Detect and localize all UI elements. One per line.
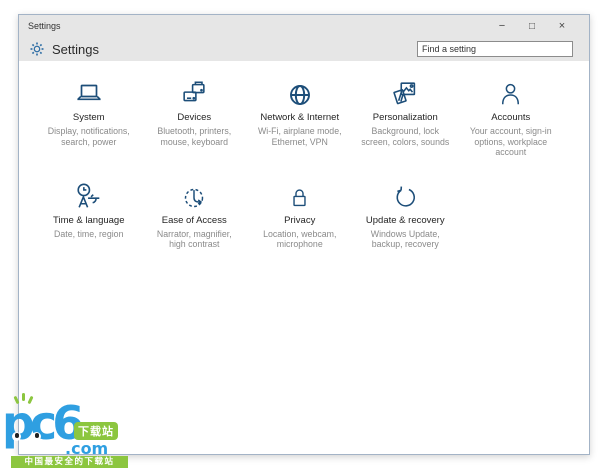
eye-icon xyxy=(32,432,41,441)
category-devices[interactable]: Devices Bluetooth, printers, mouse, keyb… xyxy=(142,77,248,158)
category-label: Network & Internet xyxy=(260,112,340,123)
page-title: Settings xyxy=(52,41,99,57)
category-description: Date, time, region xyxy=(54,228,124,239)
globe-icon xyxy=(286,77,314,109)
laptop-icon xyxy=(73,77,105,109)
category-description: Bluetooth, printers, mouse, keyboard xyxy=(157,126,232,147)
gear-icon xyxy=(30,42,44,56)
category-label: Personalization xyxy=(372,112,438,123)
refresh-arrow-icon xyxy=(391,180,419,212)
category-label: Accounts xyxy=(491,112,531,123)
category-description: Narrator, magnifier, high contrast xyxy=(156,228,232,250)
picture-frames-icon xyxy=(390,77,420,109)
pc6-watermark: pc6 下载站 .com 中国最安全的下载站 xyxy=(2,393,130,468)
category-label: System xyxy=(72,112,105,123)
search-input[interactable] xyxy=(417,41,573,57)
category-personalization[interactable]: Personalization Background, lock screen,… xyxy=(353,77,459,158)
pc6-logo: pc6 下载站 .com xyxy=(2,393,130,458)
clock-language-icon xyxy=(74,180,104,212)
app-header: Settings xyxy=(19,37,589,61)
category-label: Privacy xyxy=(284,214,316,226)
dashed-circle-arrow-icon xyxy=(180,180,208,212)
pc6-badge: 下载站 xyxy=(74,422,118,440)
category-grid-row2: Time & language Date, time, region Ease … xyxy=(36,180,589,250)
eye-icon xyxy=(12,432,21,441)
category-description: Your account, sign-in options, workplace… xyxy=(469,126,552,157)
category-accounts[interactable]: Accounts Your account, sign-in options, … xyxy=(458,77,564,158)
maximize-button[interactable]: □ xyxy=(517,15,547,37)
window-controls: − □ × xyxy=(487,15,577,37)
minimize-button[interactable]: − xyxy=(487,15,517,37)
category-label: Time & language xyxy=(53,214,125,226)
category-label: Update & recovery xyxy=(365,214,445,226)
person-icon xyxy=(497,77,524,109)
category-description: Display, notifications, search, power xyxy=(47,126,130,147)
category-update-recovery[interactable]: Update & recovery Windows Update, backup… xyxy=(353,180,459,250)
window-title: Settings xyxy=(28,21,61,31)
category-description: Wi-Fi, airplane mode, Ethernet, VPN xyxy=(257,126,342,147)
category-label: Devices xyxy=(177,112,212,123)
category-description: Location, webcam, microphone xyxy=(263,228,337,250)
pc6-com-text: .com xyxy=(65,439,109,458)
category-description: Background, lock screen, colors, sounds xyxy=(361,126,450,147)
category-network[interactable]: Network & Internet Wi-Fi, airplane mode,… xyxy=(247,77,353,158)
category-ease-of-access[interactable]: Ease of Access Narrator, magnifier, high… xyxy=(142,180,248,250)
category-time-language[interactable]: Time & language Date, time, region xyxy=(36,180,142,250)
category-system[interactable]: System Display, notifications, search, p… xyxy=(36,77,142,158)
title-bar[interactable]: Settings − □ × xyxy=(19,15,589,37)
category-privacy[interactable]: Privacy Location, webcam, microphone xyxy=(247,180,353,250)
category-label: Ease of Access xyxy=(161,214,227,226)
category-description: Windows Update, backup, recovery xyxy=(370,228,440,250)
printer-devices-icon xyxy=(179,77,209,109)
close-button[interactable]: × xyxy=(547,15,577,37)
category-grid-row1: System Display, notifications, search, p… xyxy=(36,77,589,158)
lock-icon xyxy=(287,180,312,212)
settings-window: Settings − □ × Settings Find a setting S… xyxy=(18,14,590,455)
